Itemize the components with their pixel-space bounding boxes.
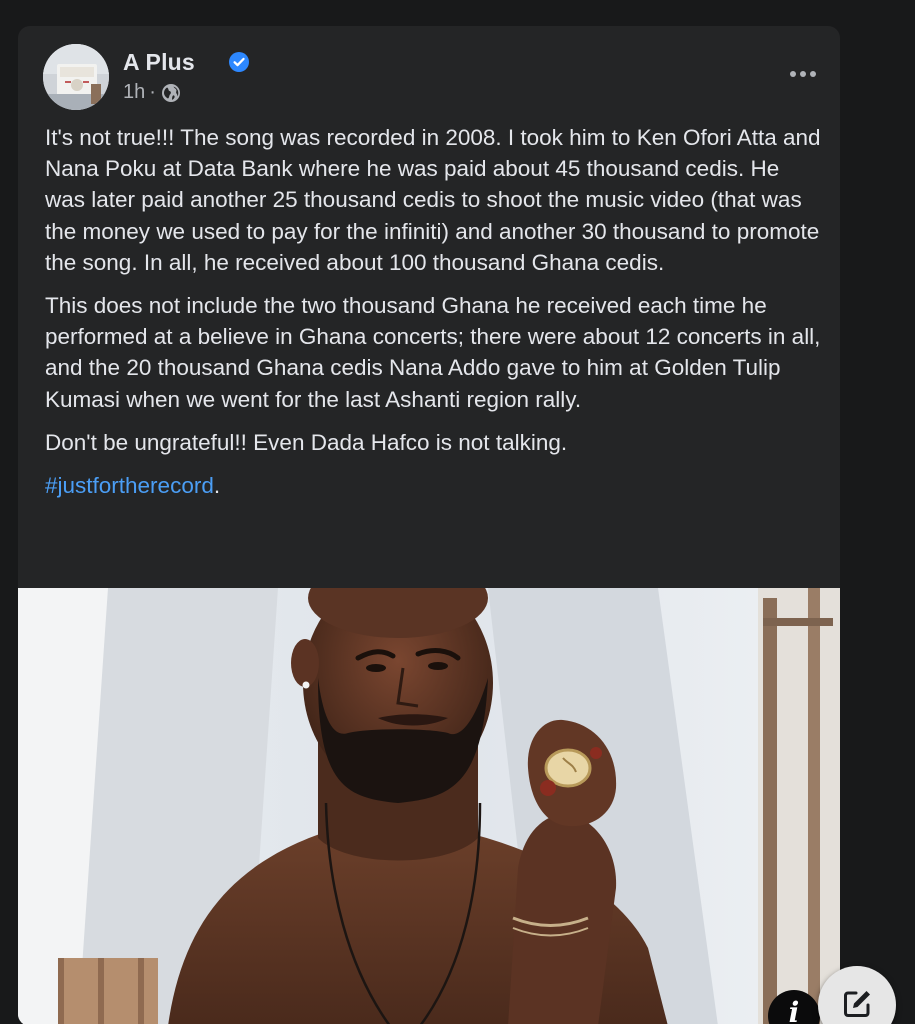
author-name[interactable]: A Plus [123, 49, 195, 76]
post-text: It's not true!!! The song was recorded i… [45, 122, 825, 513]
post-card: A Plus 1h · It's not true!!! The song wa… [18, 26, 840, 1024]
post-timestamp[interactable]: 1h [123, 81, 145, 104]
hashtag-link[interactable]: #justfortherecord [45, 473, 214, 498]
more-options-icon [810, 71, 816, 77]
avatar-photo [43, 44, 109, 110]
post-header: A Plus 1h · [43, 44, 816, 110]
post-paragraph-2: This does not include the two thousand G… [45, 293, 821, 412]
compose-edit-icon [844, 991, 870, 1017]
hashtag-suffix: . [213, 473, 221, 499]
author-avatar[interactable] [43, 44, 109, 110]
globe-icon [161, 83, 180, 102]
more-options-icon [790, 71, 796, 77]
post-photo-illustration [18, 588, 840, 1024]
post-photo[interactable] [18, 588, 840, 1024]
info-icon: i [788, 996, 800, 1024]
more-options-button[interactable] [783, 62, 823, 86]
more-options-icon [800, 71, 806, 77]
post-meta: 1h · [123, 81, 181, 104]
post-paragraph-3: Don't be ungrateful!! Even Dada Hafco is… [45, 429, 568, 455]
post-paragraph-1: It's not true!!! The song was recorded i… [45, 125, 821, 275]
feed-page: A Plus 1h · It's not true!!! The song wa… [0, 0, 915, 1024]
meta-separator: · [149, 81, 156, 103]
verified-badge-icon [229, 52, 249, 72]
hashtag-line: #justfortherecord. [45, 470, 825, 501]
